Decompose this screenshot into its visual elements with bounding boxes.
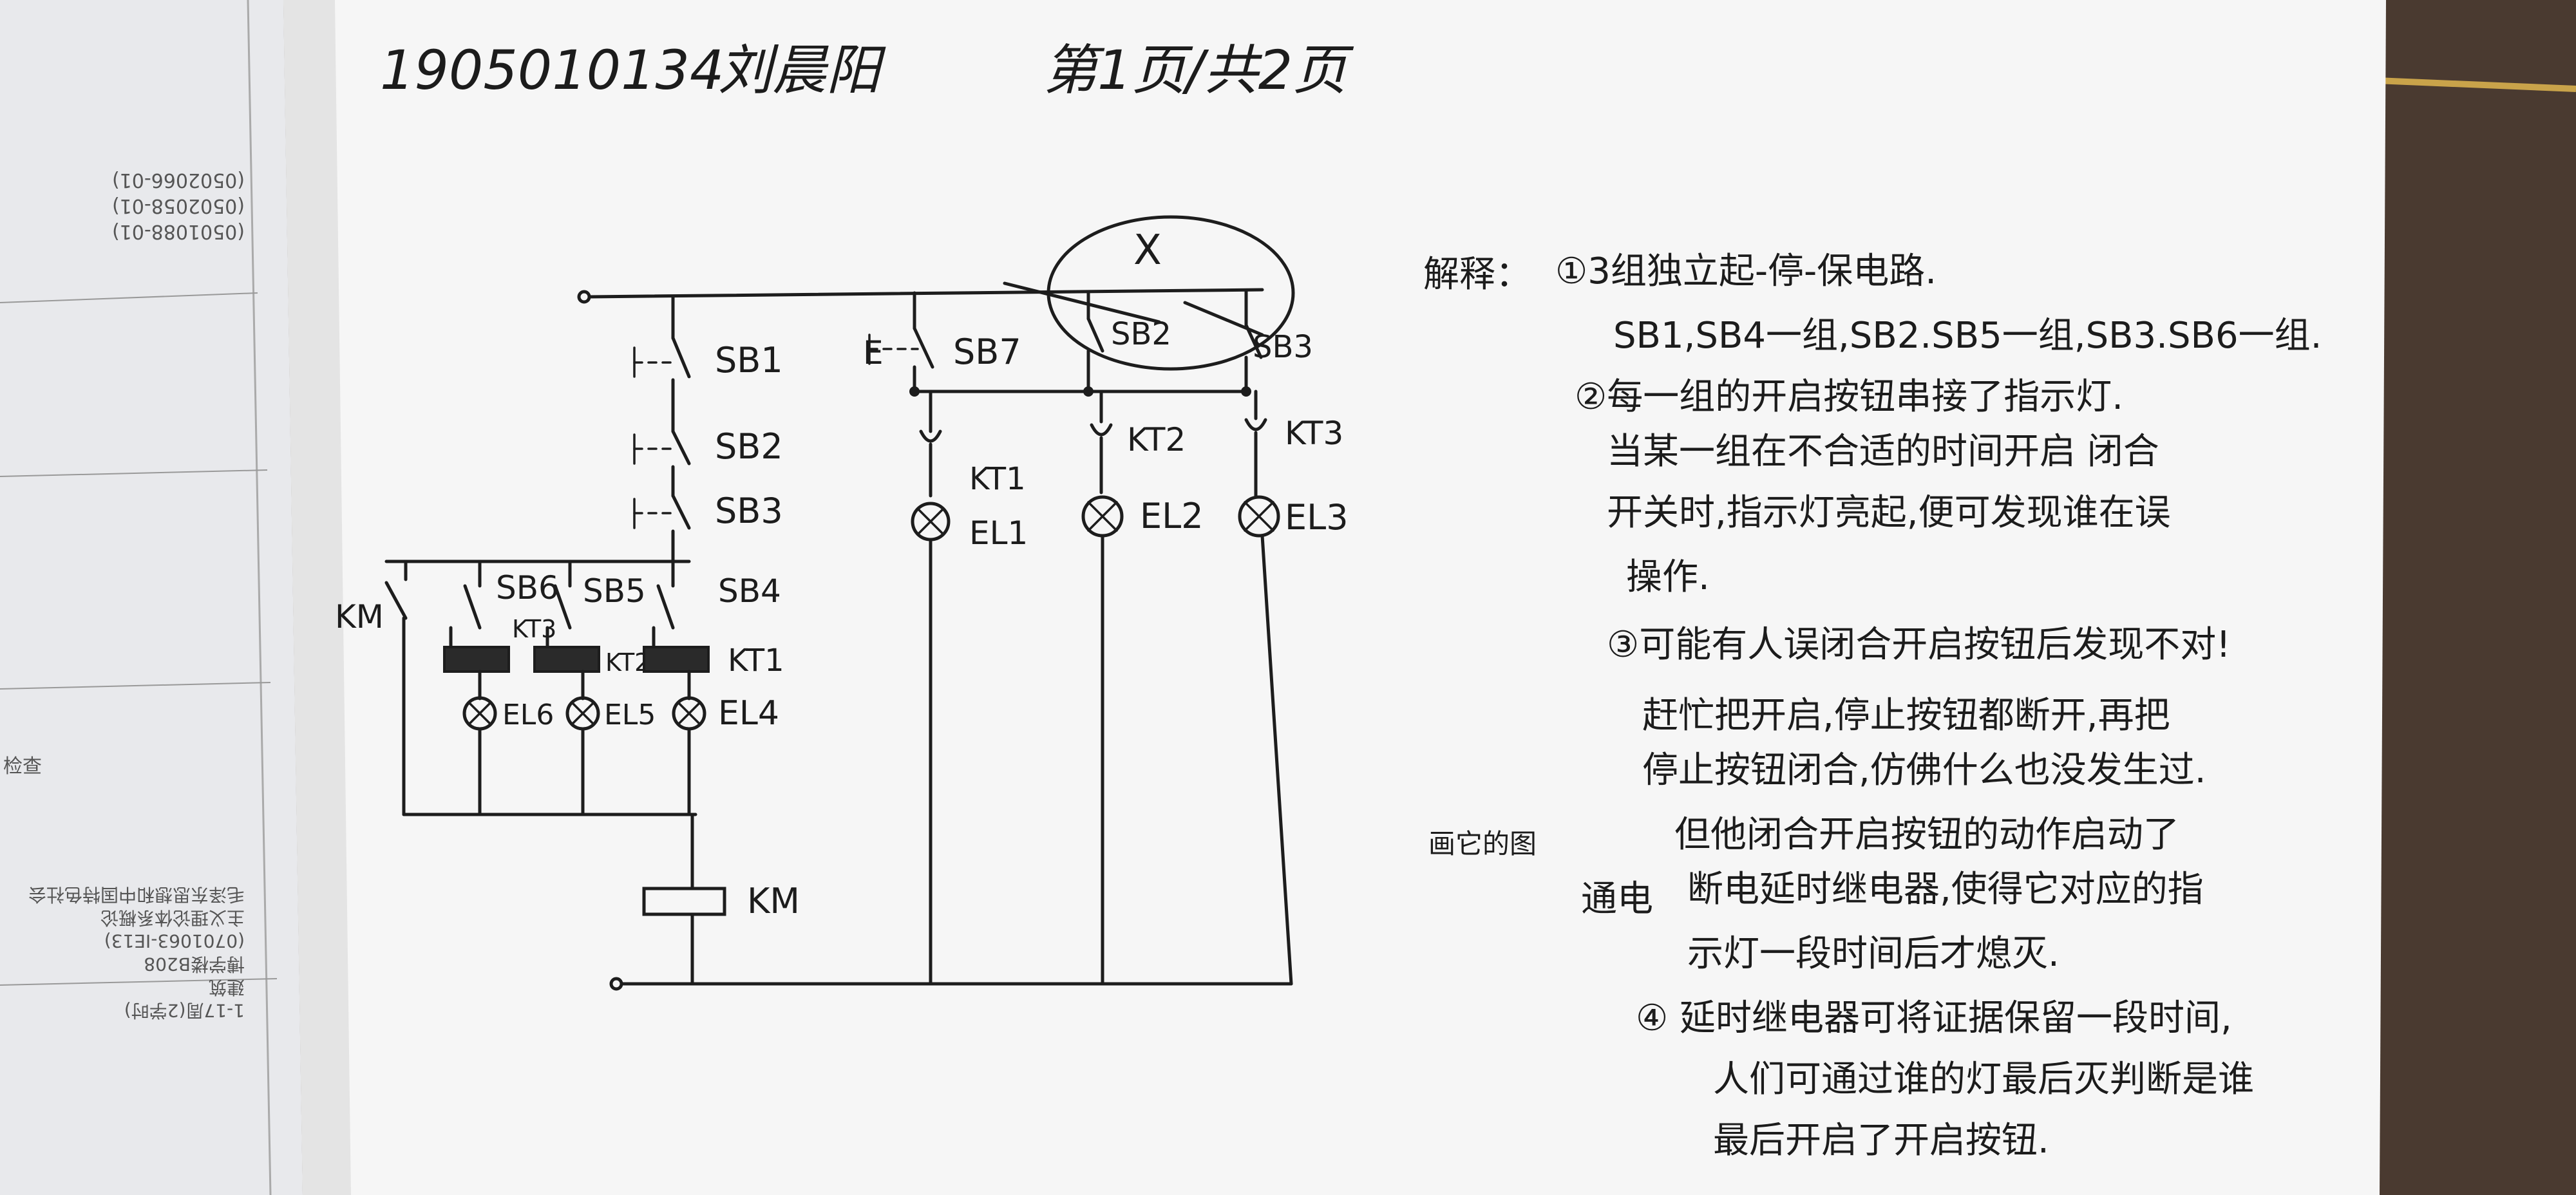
el6-label: EL6 bbox=[502, 699, 554, 731]
sb6-label: SB6 bbox=[496, 569, 559, 607]
junction bbox=[1241, 386, 1251, 397]
desk-edge bbox=[2370, 0, 2576, 1195]
sb3-label: SB3 bbox=[715, 491, 783, 531]
course-line: 建筑 bbox=[209, 977, 245, 998]
km-contact-label: KM bbox=[335, 598, 384, 635]
sb4-label: SB4 bbox=[718, 572, 781, 610]
code-text: (0501088-01) bbox=[112, 220, 245, 243]
relay-kt2-block bbox=[533, 646, 600, 673]
sb2-label: SB2 bbox=[715, 426, 783, 467]
sb5-label: SB5 bbox=[583, 572, 646, 610]
relay-kt3-block bbox=[443, 646, 510, 673]
el3-label: EL3 bbox=[1285, 497, 1349, 538]
margin-word: 通电 bbox=[1581, 878, 1653, 920]
margin-label: 画它的图 bbox=[1428, 828, 1537, 860]
student-id: 1905010134 bbox=[380, 39, 724, 102]
code-text: (0502066-01) bbox=[112, 169, 245, 191]
course-line: 博学楼B208 bbox=[144, 954, 245, 975]
note-line: 当某一组在不合适的时间开启 闭合 bbox=[1607, 431, 2159, 473]
km-coil-label: KM bbox=[747, 881, 800, 921]
note-line: ①3组独立起-停-保电路. bbox=[1555, 250, 1937, 292]
code-text: (0502058-01) bbox=[112, 194, 245, 217]
note-line: 操作. bbox=[1626, 556, 1710, 598]
note-line: 开关时,指示灯亮起,便可发现谁在误 bbox=[1607, 492, 2171, 534]
note-line: SB1,SB4一组,SB2.SB5一组,SB3.SB6一组. bbox=[1613, 315, 2322, 357]
el5-label: EL5 bbox=[604, 699, 656, 731]
course-line: 主义理论体系概论 bbox=[100, 907, 245, 928]
relay-kt1-label: KT1 bbox=[728, 643, 784, 679]
page-number: 第1页/共2页 bbox=[1043, 39, 1354, 102]
kt1-label: KT1 bbox=[969, 461, 1026, 497]
note-line: ④ 延时继电器可将证据保留一段时间, bbox=[1636, 997, 2232, 1039]
sb2-right-label: SB2 bbox=[1111, 316, 1171, 352]
note-line: ③可能有人误闭合开启按钮后发现不对! bbox=[1607, 624, 2231, 666]
note-line: 最后开启了开启按钮. bbox=[1713, 1120, 2049, 1162]
side-char: 检查 bbox=[3, 755, 42, 778]
notes-title: 解释： bbox=[1423, 254, 1531, 296]
note-line: 但他闭合开启按钮的动作启动了 bbox=[1674, 814, 2179, 856]
kt3-label: KT3 bbox=[1285, 415, 1343, 452]
relay-kt3-label: KT3 bbox=[512, 615, 556, 643]
page-header: 1905010134 刘晨阳 第1页/共2页 bbox=[380, 39, 1354, 102]
cross-mark: X bbox=[1133, 227, 1162, 274]
el4-label: EL4 bbox=[718, 694, 779, 733]
course-line: 1-17周(2学时) bbox=[124, 1000, 245, 1021]
note-line: 断电延时继电器,使得它对应的指 bbox=[1687, 869, 2204, 910]
note-line: 停止按钮闭合,仿佛什么也没发生过. bbox=[1642, 749, 2206, 791]
note-line: 人们可通过谁的灯最后灭判断是谁 bbox=[1713, 1059, 2254, 1100]
e-mark: E bbox=[863, 334, 884, 372]
junction bbox=[1083, 386, 1094, 397]
student-name: 刘晨阳 bbox=[718, 39, 886, 102]
relay-kt1-block bbox=[643, 646, 710, 673]
course-line: (0701063-IE13) bbox=[104, 930, 245, 952]
left-page-codes: (0501088-01) (0502058-01) (0502066-01) bbox=[112, 169, 245, 243]
course-line: 毛泽东思想和中国特色社会 bbox=[28, 884, 245, 905]
junction bbox=[909, 386, 920, 397]
note-line: 示灯一段时间后才熄灭. bbox=[1687, 933, 2060, 975]
note-line: 赶忙把开启,停止按钮都断开,再把 bbox=[1642, 695, 2170, 737]
kt2-label: KT2 bbox=[1127, 421, 1186, 458]
note-line: ②每一组的开启按钮串接了指示灯. bbox=[1575, 376, 2123, 418]
el2-label: EL2 bbox=[1140, 496, 1204, 536]
sb7-label: SB7 bbox=[953, 332, 1021, 372]
sb1-label: SB1 bbox=[715, 340, 783, 381]
notebook-photo: (0501088-01) (0502058-01) (0502066-01) 1… bbox=[0, 0, 2576, 1195]
el1-label: EL1 bbox=[969, 514, 1028, 552]
